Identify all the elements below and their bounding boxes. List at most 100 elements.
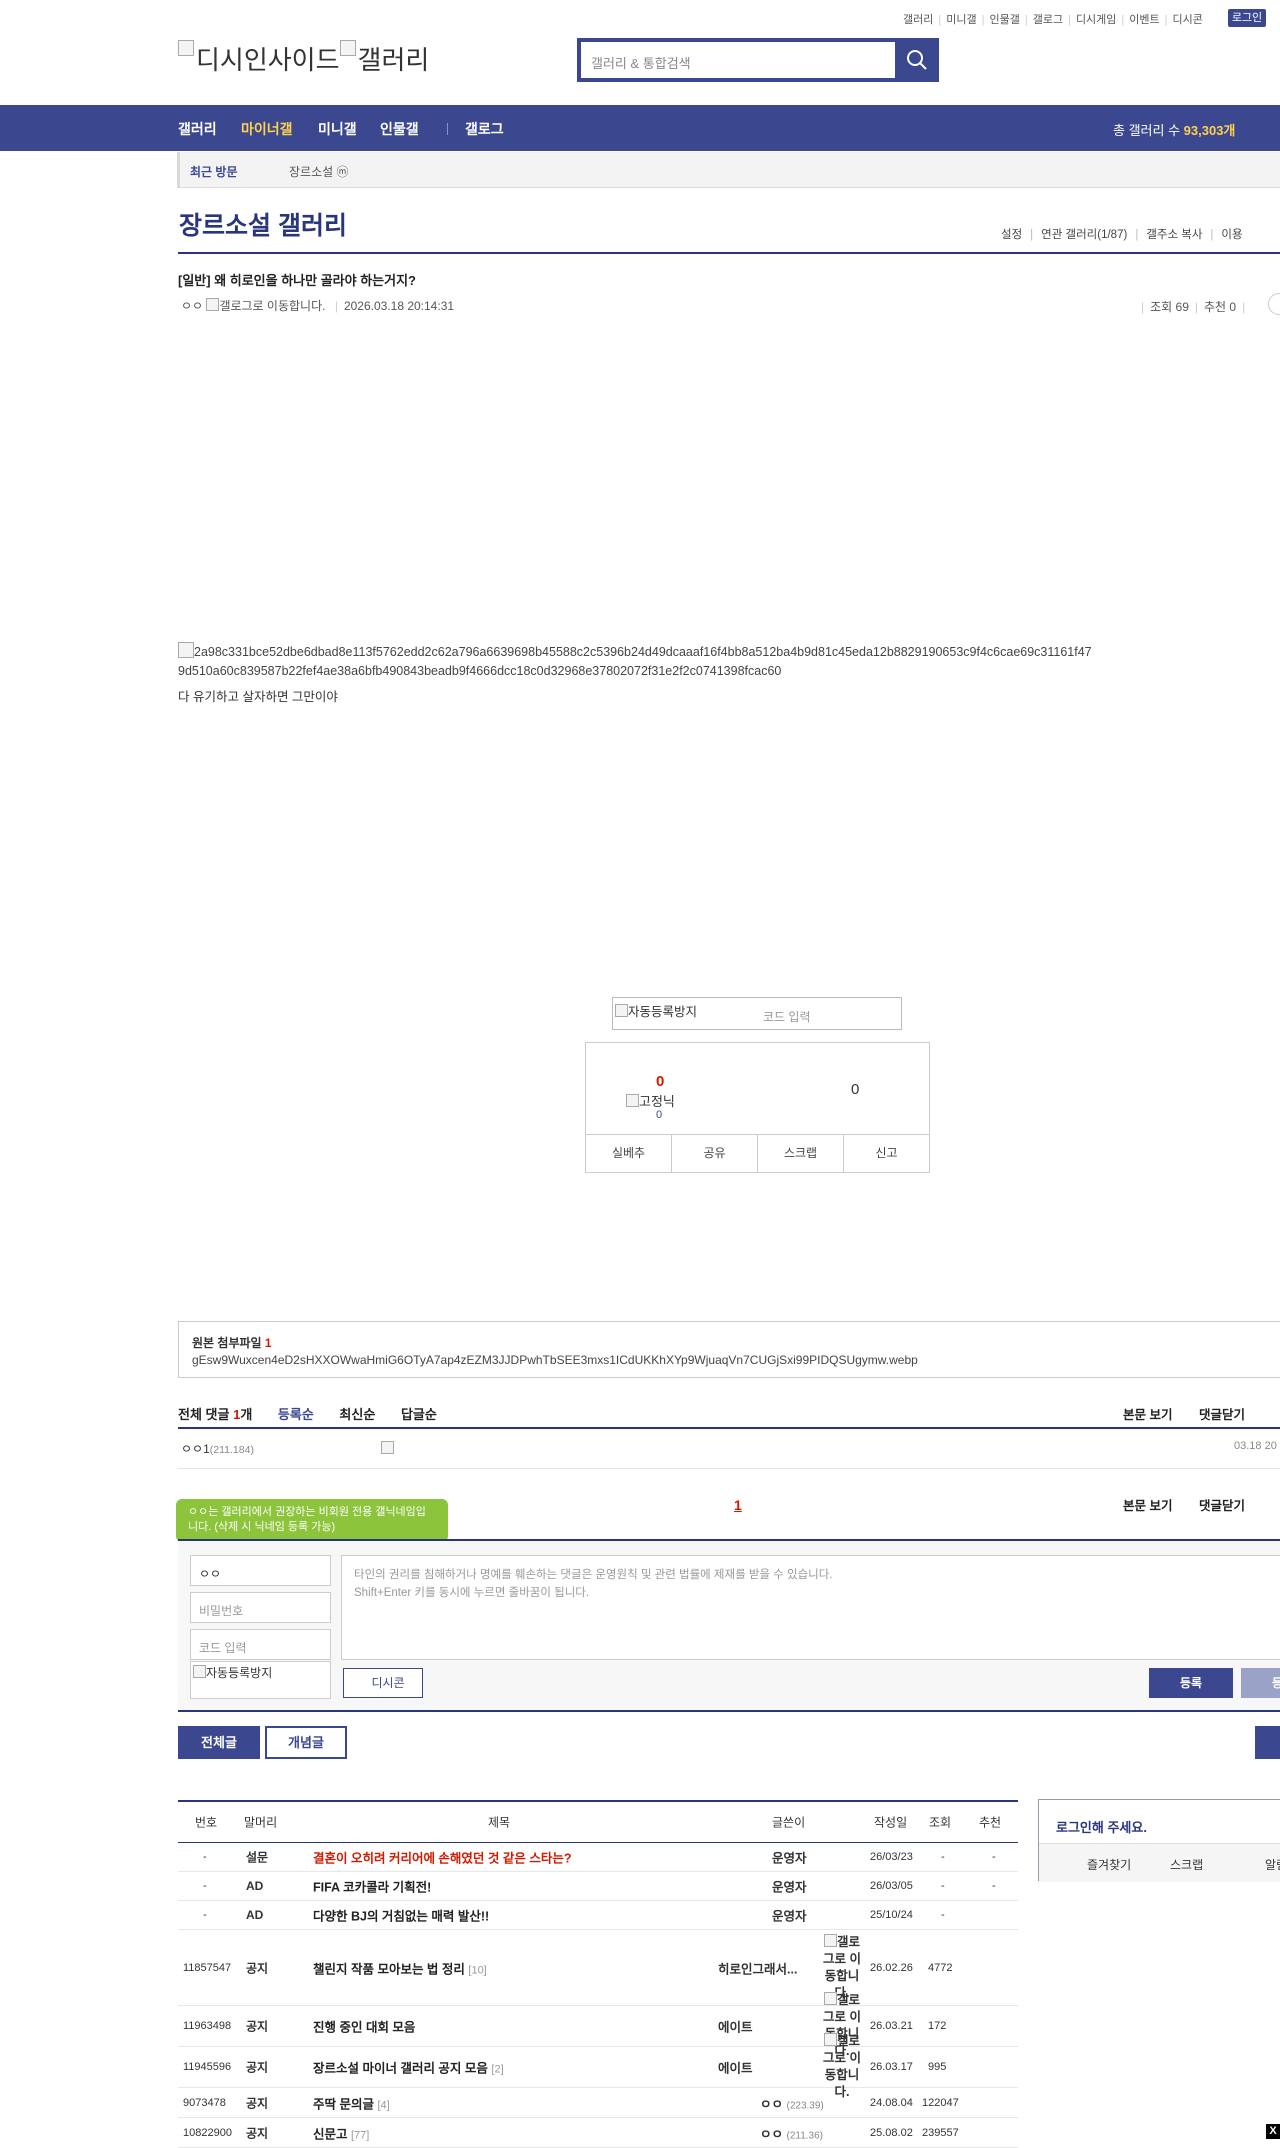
scrap-link[interactable]: 스크랩 — [1170, 1856, 1203, 1873]
tab-all-posts[interactable]: 전체글 — [178, 1726, 260, 1759]
top-link-gallog[interactable]: 갤로그 — [1033, 14, 1063, 26]
comment-author-num: 1 — [203, 1442, 210, 1456]
attachment-file-link[interactable]: gEsw9Wuxcen4eD2sHXXOWwaHmiG6OTyA7ap4zEZM… — [192, 1353, 918, 1367]
post-writer[interactable]: 히로인그래서... — [718, 1958, 797, 1977]
main-nav: 갤러리 마이너갤 미니갤 인물갤 갤로그 총 갤러리 수 93,303개 — [0, 105, 1280, 151]
comment-author[interactable]: ㅇㅇ — [181, 1442, 203, 1456]
post-author[interactable]: ㅇㅇ — [181, 299, 203, 313]
reply-count[interactable]: [77] — [351, 2129, 369, 2141]
upvote-count[interactable]: 0 — [656, 1073, 664, 1090]
post-row[interactable]: 11963498 공지 진행 중인 대회 모음 에이트 갤로그로 이동합니다. 26.0… — [178, 1992, 1018, 2058]
code-field[interactable]: 코드 입력 — [190, 1629, 331, 1660]
comment-textarea[interactable]: 타인의 권리를 침해하거나 명예를 훼손하는 댓글은 운영원칙 및 관련 법률에… — [341, 1555, 1280, 1660]
post-writer[interactable]: 운영자 — [772, 1877, 807, 1896]
share-button[interactable]: 공유 — [671, 1135, 757, 1172]
post-subject[interactable]: 주딱 문의글 [4] — [313, 2093, 390, 2112]
sort-by-replies[interactable]: 답글순 — [401, 1407, 437, 1422]
search-button[interactable] — [895, 38, 939, 82]
top-link-person[interactable]: 인물갤 — [989, 14, 1019, 26]
sort-by-register[interactable]: 등록순 — [278, 1407, 314, 1422]
best-recommend-button[interactable]: 실베추 — [586, 1135, 671, 1172]
close-comments-link-2[interactable]: 댓글닫기 — [1199, 1495, 1245, 1514]
recent-gallery-link[interactable]: 장르소설 ⓜ — [289, 163, 349, 180]
favorites-link[interactable]: 즐겨찾기 — [1087, 1856, 1131, 1873]
copy-address-link[interactable]: 갤주소 복사 — [1146, 229, 1202, 241]
nav-mini-gallery[interactable]: 미니갤 — [318, 119, 357, 139]
captcha-input[interactable]: 코드 입력 — [763, 1008, 811, 1025]
alarm-link[interactable]: 알림 — [1265, 1856, 1280, 1873]
write-button[interactable] — [1255, 1726, 1280, 1759]
post-row[interactable]: 11857547 공지 챌린지 작품 모아보는 법 정리 [10] 히로인그래서...… — [178, 1930, 1018, 2006]
report-button[interactable]: 신고 — [843, 1135, 929, 1172]
settings-link[interactable]: 설정 — [1001, 229, 1022, 241]
post-subject[interactable]: 신문고 [77] — [313, 2123, 369, 2142]
view-body-link[interactable]: 본문 보기 — [1123, 1404, 1172, 1423]
submit-recommend-button[interactable]: 등록 — [1241, 1668, 1280, 1698]
attachment-label: 원본 첨부파일 1 — [192, 1336, 272, 1350]
comment-ip: (211.184) — [209, 1444, 254, 1456]
col-date: 작성일 — [874, 1815, 908, 1830]
post-subject[interactable]: 다양한 BJ의 거침없는 매력 발산!! — [313, 1906, 489, 1925]
post-row[interactable]: 10822900 공지 신문고 [77] ㅇㅇ (211.36) 25.08.02 239… — [178, 2118, 1018, 2148]
post-writer[interactable]: 운영자 — [772, 1848, 807, 1867]
password-field[interactable]: 비밀번호 — [190, 1592, 331, 1623]
post-row[interactable]: 9073478 공지 주딱 문의글 [4] ㅇㅇ (223.39) 24.08.04 12… — [178, 2088, 1018, 2118]
post-row[interactable]: 11945596 공지 장르소설 마이너 갤러리 공지 모음 [2] 에이트 갤로그로 … — [178, 2033, 1018, 2099]
post-head: 공지 — [246, 2126, 269, 2140]
post-recommends: 추천 0 — [1204, 300, 1237, 314]
post-num: 11963498 — [183, 2020, 232, 2032]
reply-count[interactable]: [4] — [377, 2099, 389, 2111]
sort-by-latest[interactable]: 최신순 — [339, 1407, 375, 1422]
post-row[interactable]: - 설문 결혼이 오히려 커리어에 손해였던 것 같은 스타는? 운영자 26/03/… — [178, 1843, 1018, 1872]
dccon-button[interactable]: 디시콘 — [343, 1668, 423, 1698]
top-link-minigall[interactable]: 미니갤 — [946, 14, 976, 26]
downvote-count[interactable]: 0 — [851, 1081, 859, 1098]
search-box[interactable]: 갤러리 & 통합검색 — [577, 38, 939, 82]
reply-count[interactable]: [2] — [491, 2064, 503, 2076]
post-num: - — [203, 1880, 207, 1892]
close-icon[interactable]: X — [1266, 2124, 1280, 2139]
post-writer[interactable]: 에이트 — [718, 2058, 753, 2077]
top-link-gallery[interactable]: 갤러리 — [903, 14, 933, 26]
nav-gallery[interactable]: 갤러리 — [178, 119, 217, 139]
post-row[interactable]: - AD 다양한 BJ의 거침없는 매력 발산!! 운영자 25/10/24 - — [178, 1901, 1018, 1930]
tab-concept-posts[interactable]: 개념글 — [265, 1726, 347, 1759]
more-options-button[interactable] — [1268, 293, 1280, 315]
gallog-alt[interactable]: 갤로그로 이동합니다. — [219, 299, 325, 313]
post-writer[interactable]: 운영자 — [772, 1906, 807, 1925]
close-comments-link[interactable]: 댓글닫기 — [1199, 1404, 1245, 1423]
post-subject[interactable]: 장르소설 마이너 갤러리 공지 모음 [2] — [313, 2058, 504, 2077]
nav-person-gallery[interactable]: 인물갤 — [380, 119, 419, 139]
post-writer[interactable]: 에이트 — [718, 2017, 753, 2036]
logo-text-gallery: 갤러리 — [357, 45, 430, 75]
nickname-field[interactable]: ㅇㅇ — [190, 1555, 331, 1586]
view-body-link-2[interactable]: 본문 보기 — [1123, 1495, 1172, 1514]
post-image[interactable]: 2a98c331bce52dbe6dbad8e113f5762edd2c62a7… — [178, 642, 1098, 681]
post-subject[interactable]: 진행 중인 대회 모음 — [313, 2017, 415, 2036]
post-subject[interactable]: FIFA 코카콜라 기획전! — [313, 1877, 431, 1896]
scrap-button[interactable]: 스크랩 — [757, 1135, 843, 1172]
search-input[interactable]: 갤러리 & 통합검색 — [591, 53, 691, 72]
top-link-event[interactable]: 이벤트 — [1129, 14, 1159, 26]
gallog-icon[interactable] — [206, 298, 220, 311]
nav-minor-gallery[interactable]: 마이너갤 — [241, 119, 293, 139]
login-prompt[interactable]: 로그인해 주세요. — [1056, 1817, 1147, 1836]
related-gallery-link[interactable]: 연관 갤러리(1/87) — [1041, 229, 1127, 241]
post-row[interactable]: - AD FIFA 코카콜라 기획전! 운영자 26/03/05 - - — [178, 1872, 1018, 1901]
login-button[interactable]: 로그인 — [1228, 9, 1266, 27]
comment-page-1[interactable]: 1 — [734, 1497, 742, 1513]
gallery-title[interactable]: 장르소설 갤러리 — [179, 206, 347, 242]
usage-link[interactable]: 이용 — [1221, 229, 1242, 241]
post-subject[interactable]: 결혼이 오히려 커리어에 손해였던 것 같은 스타는? — [313, 1848, 571, 1867]
vote-box: 0 고정닉 0 0 실베추 공유 스크랩 신고 — [585, 1042, 930, 1173]
post-writer[interactable]: ㅇㅇ (223.39) — [760, 2093, 824, 2112]
post-writer[interactable]: ㅇㅇ (211.36) — [760, 2123, 823, 2142]
site-logo[interactable]: 디시인사이드 갤러리 — [178, 40, 429, 77]
top-link-dccon[interactable]: 디시콘 — [1173, 14, 1203, 26]
submit-comment-button[interactable]: 등록 — [1149, 1668, 1233, 1698]
top-link-game[interactable]: 디시게임 — [1076, 14, 1116, 26]
nav-gallog[interactable]: 갤로그 — [465, 119, 504, 139]
login-box-links: 즐겨찾기 스크랩 알림 — [1039, 1843, 1280, 1882]
post-subject[interactable]: 챌린지 작품 모아보는 법 정리 [10] — [313, 1958, 487, 1977]
reply-count[interactable]: [10] — [468, 1964, 486, 1976]
